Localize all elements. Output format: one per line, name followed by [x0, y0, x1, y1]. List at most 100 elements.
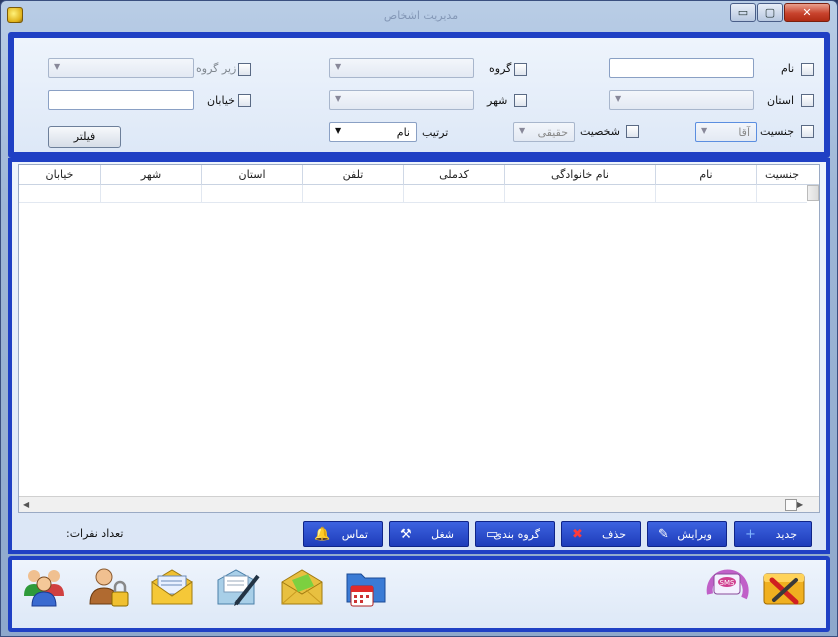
table-row[interactable] — [19, 185, 807, 203]
close-button[interactable]: ✕ — [784, 3, 830, 22]
edit-button[interactable]: ویرایش ✎ — [647, 521, 727, 547]
filter-panel-body: نام گروه ▼ زیر گروه ▼ استان ▼ شهر ▼ خیاب… — [14, 38, 824, 152]
mail-open-icon[interactable] — [278, 564, 326, 610]
province-label: استان — [767, 94, 795, 107]
job-button-label: شغل — [431, 528, 454, 541]
new-button-label: جدید — [775, 528, 797, 541]
contact-button-label: تماس — [341, 528, 368, 541]
user-lock-icon[interactable] — [84, 564, 132, 610]
grouping-button-label: گروه بندی — [493, 528, 540, 541]
column-header-gender[interactable]: جنسیت — [756, 165, 807, 185]
write-mail-icon[interactable] — [214, 564, 262, 610]
delete-x-icon: ✖ — [572, 527, 583, 542]
column-header-street[interactable]: خیابان — [19, 165, 100, 185]
maximize-button[interactable]: ▢ — [757, 3, 783, 22]
city-combo[interactable]: ▼ — [329, 90, 474, 110]
pencil-icon: ✎ — [658, 527, 669, 542]
edit-button-label: ویرایش — [677, 528, 712, 541]
table-cell — [19, 185, 100, 203]
province-checkbox[interactable] — [801, 94, 814, 107]
scrollbar-thumb[interactable] — [785, 499, 797, 511]
table-cell — [756, 185, 807, 203]
grid-header: جنسیت نام نام خانوادگی کدملی تلفن استان … — [19, 165, 819, 185]
new-button[interactable]: جدید + — [734, 521, 812, 547]
chevron-down-icon: ▼ — [701, 126, 708, 135]
group-card-icon: ▭ — [486, 527, 499, 542]
column-header-name[interactable]: نام — [655, 165, 756, 185]
minimize-button[interactable]: ▭ — [730, 3, 756, 22]
job-button[interactable]: شغل ⚒ — [389, 521, 469, 547]
table-cell — [504, 185, 655, 203]
filter-button[interactable]: فیلتر — [48, 126, 121, 148]
name-label: نام — [781, 62, 795, 75]
street-label: خیابان — [207, 94, 235, 107]
sort-label: ترتیب — [422, 126, 449, 139]
contact-button[interactable]: تماس 🔔 — [303, 521, 383, 547]
province-combo[interactable]: ▼ — [609, 90, 754, 110]
chevron-left-icon[interactable]: ◀ — [23, 500, 29, 509]
group-label: گروه — [489, 62, 512, 75]
people-count-label: تعداد نفرات: — [66, 527, 124, 540]
sort-value: نام — [396, 126, 410, 139]
person-type-label: شخصیت — [580, 125, 620, 138]
gender-value: آقا — [738, 126, 750, 139]
users-group-icon[interactable] — [20, 564, 68, 610]
gender-combo[interactable]: ▼ آقا — [695, 122, 757, 142]
sms-icon[interactable]: SMS — [704, 564, 752, 610]
column-header-national-id[interactable]: کدملی — [403, 165, 504, 185]
chevron-down-icon: ▼ — [615, 94, 622, 103]
subgroup-checkbox[interactable] — [238, 63, 251, 76]
horizontal-scrollbar[interactable]: ◀ ▶ — [19, 496, 819, 512]
filter-panel: نام گروه ▼ زیر گروه ▼ استان ▼ شهر ▼ خیاب… — [8, 32, 830, 158]
delete-button-label: حذف — [602, 528, 626, 541]
delete-button[interactable]: حذف ✖ — [561, 521, 641, 547]
table-cell — [655, 185, 756, 203]
calendar-folder-icon[interactable] — [343, 564, 391, 610]
person-type-checkbox[interactable] — [626, 125, 639, 138]
plus-icon: + — [745, 527, 756, 542]
group-checkbox[interactable] — [514, 63, 527, 76]
chevron-down-icon: ▼ — [335, 94, 342, 103]
app-icon — [7, 7, 23, 23]
name-checkbox[interactable] — [801, 63, 814, 76]
title-bar: مدیریت اشخاص ▭ ▢ ✕ — [1, 1, 837, 29]
table-cell — [403, 185, 504, 203]
person-type-combo[interactable]: ▼ حقیقی — [513, 122, 575, 142]
chevron-down-icon: ▼ — [519, 126, 526, 135]
grid-panel: جنسیت نام نام خانوادگی کدملی تلفن استان … — [8, 158, 830, 554]
gender-label: جنسیت — [760, 125, 795, 138]
name-input[interactable] — [609, 58, 754, 78]
vertical-scrollbar[interactable] — [807, 185, 819, 201]
bell-icon: 🔔 — [314, 527, 331, 542]
main-window: مدیریت اشخاص ▭ ▢ ✕ نام گروه ▼ زیر گروه ▼… — [0, 0, 838, 637]
table-cell — [100, 185, 201, 203]
bottom-toolbar: SMS — [8, 556, 830, 632]
people-grid[interactable]: جنسیت نام نام خانوادگی کدملی تلفن استان … — [18, 164, 820, 513]
person-type-value: حقیقی — [537, 126, 568, 139]
column-header-province[interactable]: استان — [201, 165, 302, 185]
chevron-down-icon: ▼ — [335, 62, 342, 71]
gender-checkbox[interactable] — [801, 125, 814, 138]
chevron-down-icon: ▼ — [335, 126, 342, 135]
email-icon[interactable] — [148, 564, 196, 610]
tools-exit-icon[interactable] — [760, 564, 808, 610]
grouping-button[interactable]: گروه بندی ▭ — [475, 521, 555, 547]
column-header-city[interactable]: شهر — [100, 165, 201, 185]
street-checkbox[interactable] — [238, 94, 251, 107]
city-label: شهر — [487, 94, 508, 107]
hammer-icon: ⚒ — [400, 527, 412, 542]
column-header-phone[interactable]: تلفن — [302, 165, 403, 185]
subgroup-label: زیر گروه — [196, 62, 237, 75]
street-input[interactable] — [48, 90, 194, 110]
svg-text:SMS: SMS — [720, 579, 735, 587]
sort-combo[interactable]: ▼ نام — [329, 122, 417, 142]
column-header-lastname[interactable]: نام خانوادگی — [504, 165, 655, 185]
subgroup-combo[interactable]: ▼ — [48, 58, 194, 78]
chevron-down-icon: ▼ — [54, 62, 61, 71]
table-cell — [302, 185, 403, 203]
chevron-right-icon[interactable]: ▶ — [797, 500, 803, 509]
group-combo[interactable]: ▼ — [329, 58, 474, 78]
window-title: مدیریت اشخاص — [383, 9, 459, 22]
table-cell — [201, 185, 302, 203]
city-checkbox[interactable] — [514, 94, 527, 107]
